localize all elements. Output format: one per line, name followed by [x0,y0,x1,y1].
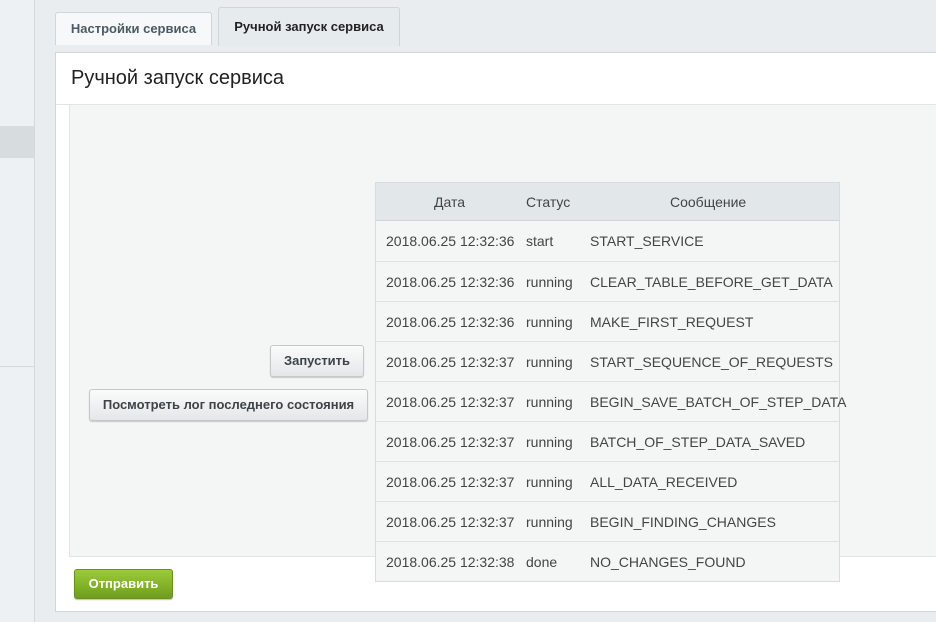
table-row: 2018.06.25 12:32:37 running BEGIN_FINDIN… [376,501,839,541]
cell-message: BEGIN_FINDING_CHANGES [590,514,776,530]
cell-status: running [526,434,573,450]
log-table-header: Дата Статус Сообщение [376,183,839,221]
cell-date: 2018.06.25 12:32:37 [386,354,515,370]
cell-status: start [526,233,554,249]
cell-date: 2018.06.25 12:32:37 [386,474,515,490]
left-sidebar-strip [0,0,35,622]
cell-message: MAKE_FIRST_REQUEST [590,314,754,330]
cell-date: 2018.06.25 12:32:36 [386,274,515,290]
table-row: 2018.06.25 12:32:38 done NO_CHANGES_FOUN… [376,541,839,581]
main-panel: Ручной запуск сервиса Запустить Посмотре… [55,52,936,612]
cell-status: running [526,354,573,370]
column-header-date: Дата [434,194,466,210]
cell-date: 2018.06.25 12:32:36 [386,233,515,249]
page-title: Ручной запуск сервиса [71,67,285,89]
sidebar-divider [0,366,34,367]
tab-service-settings[interactable]: Настройки сервиса [55,12,212,45]
cell-message: ALL_DATA_RECEIVED [590,474,738,490]
log-table: Дата Статус Сообщение 2018.06.25 12:32:3… [375,182,846,582]
cell-status: done [526,554,558,570]
tab-manual-run[interactable]: Ручной запуск сервиса [218,7,400,46]
table-row: 2018.06.25 12:32:37 running BEGIN_SAVE_B… [376,381,846,421]
cell-message: BATCH_OF_STEP_DATA_SAVED [590,434,806,450]
submit-button[interactable]: Отправить [74,569,173,599]
cell-message: START_SEQUENCE_OF_REQUESTS [590,354,833,370]
column-header-message: Сообщение [670,194,747,210]
cell-status: running [526,394,573,410]
table-row: 2018.06.25 12:32:36 running MAKE_FIRST_R… [376,301,839,341]
view-log-button[interactable]: Посмотреть лог последнего состояния [89,389,368,421]
cell-date: 2018.06.25 12:32:36 [386,314,515,330]
content-area: Запустить Посмотреть лог последнего сост… [69,104,936,582]
cell-date: 2018.06.25 12:32:38 [386,554,515,570]
cell-message: START_SERVICE [590,233,704,249]
cell-status: running [526,314,573,330]
table-row: 2018.06.25 12:32:36 running CLEAR_TABLE_… [376,261,839,301]
cell-message: BEGIN_SAVE_BATCH_OF_STEP_DATA [590,394,847,410]
cell-date: 2018.06.25 12:32:37 [386,434,515,450]
cell-status: running [526,274,573,290]
column-header-status: Статус [526,194,571,210]
table-row: 2018.06.25 12:32:36 start START_SERVICE [376,221,839,261]
cell-status: running [526,514,573,530]
table-row: 2018.06.25 12:32:37 running BATCH_OF_STE… [376,421,839,461]
table-row: 2018.06.25 12:32:37 running START_SEQUEN… [376,341,839,381]
run-button[interactable]: Запустить [270,345,364,377]
cell-message: CLEAR_TABLE_BEFORE_GET_DATA [590,274,833,290]
sidebar-active-item[interactable] [0,126,34,158]
cell-date: 2018.06.25 12:32:37 [386,514,515,530]
cell-status: running [526,474,573,490]
cell-message: NO_CHANGES_FOUND [590,554,746,570]
cell-date: 2018.06.25 12:32:37 [386,394,515,410]
table-row: 2018.06.25 12:32:37 running ALL_DATA_REC… [376,461,839,501]
